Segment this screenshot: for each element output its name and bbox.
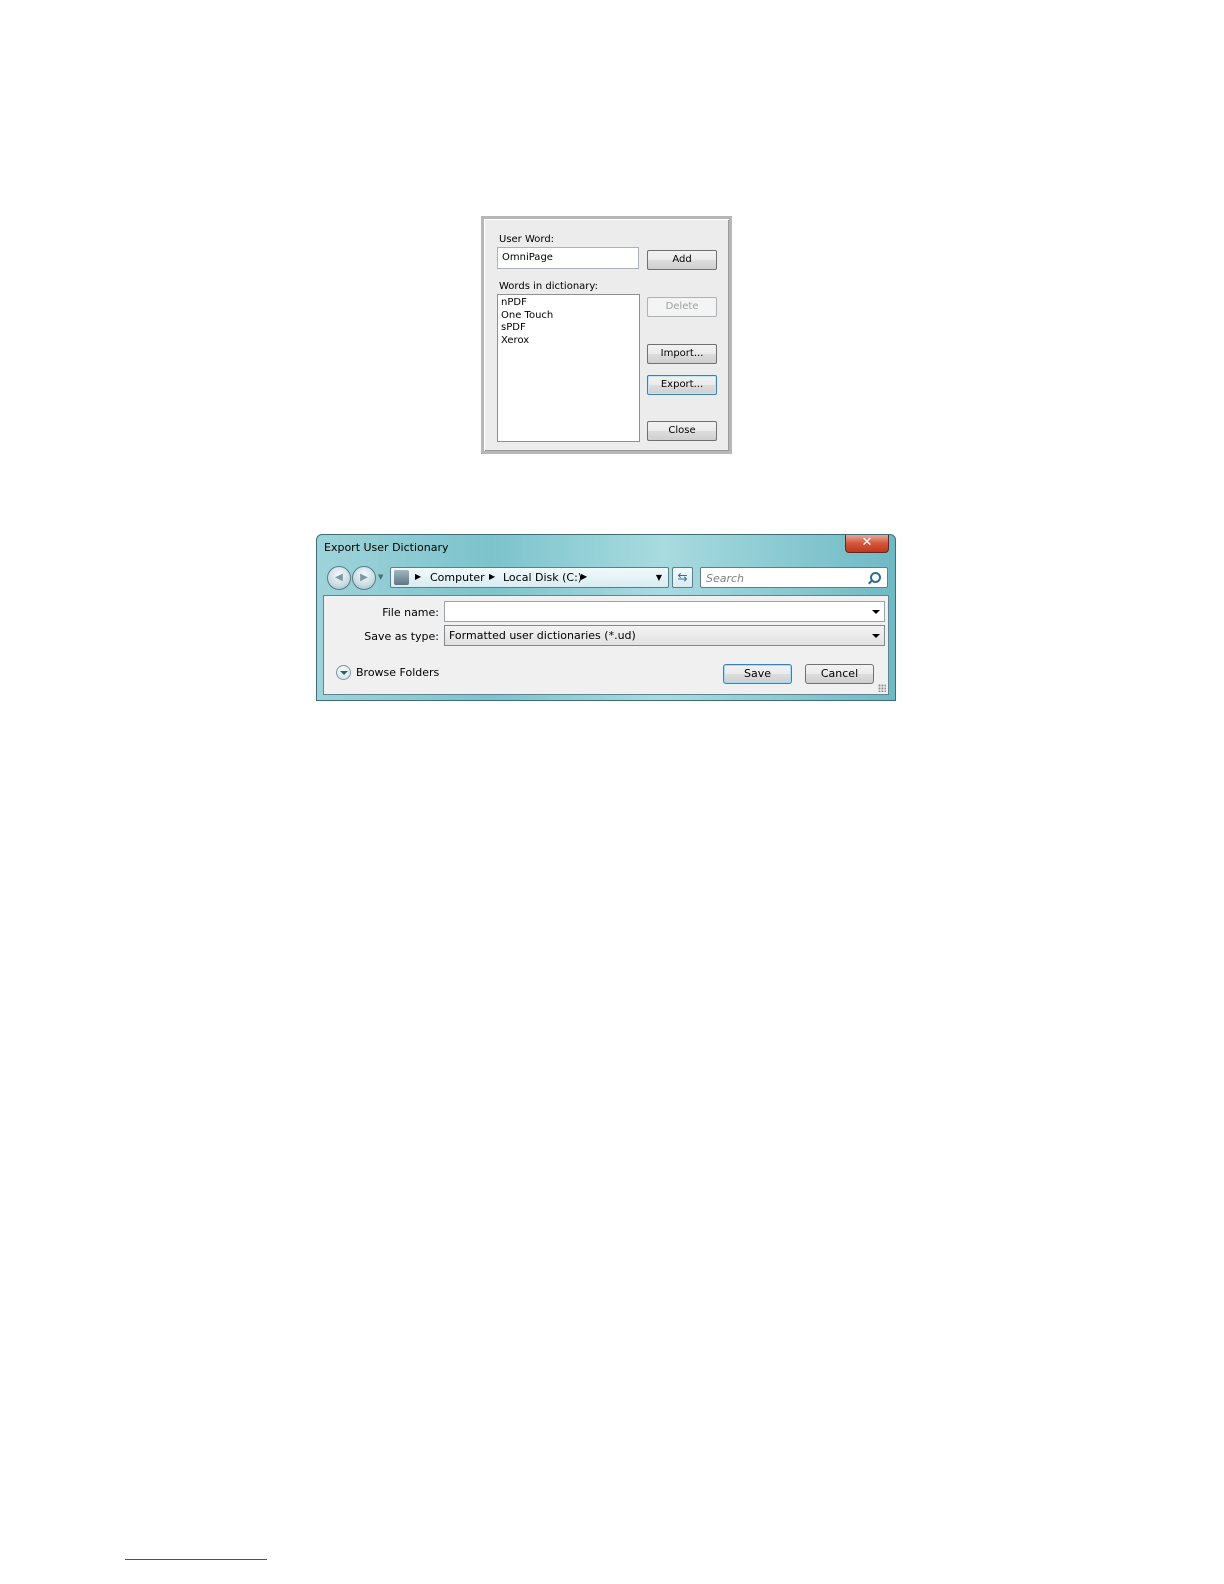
back-button[interactable]: ◀ [327, 566, 351, 590]
list-item[interactable]: One Touch [501, 310, 636, 323]
words-in-dictionary-label: Words in dictionary: [499, 281, 598, 292]
cancel-button[interactable]: Cancel [805, 664, 874, 684]
save-as-type-value: Formatted user dictionaries (*.ud) [449, 629, 636, 642]
close-button[interactable]: Close [647, 421, 717, 441]
breadcrumb-arrow-icon[interactable]: ▶ [581, 572, 587, 581]
user-dictionary-dialog: User Word: OmniPage Words in dictionary:… [481, 216, 732, 454]
chevron-down-icon[interactable] [872, 634, 880, 638]
delete-button[interactable]: Delete [647, 297, 717, 317]
window-close-button[interactable]: ✕ [845, 535, 889, 553]
words-list[interactable]: nPDF One Touch sPDF Xerox [497, 294, 640, 442]
list-item[interactable]: Xerox [501, 335, 636, 348]
breadcrumb-arrow-icon[interactable]: ▶ [489, 572, 495, 581]
list-item[interactable]: nPDF [501, 297, 636, 310]
list-item[interactable]: sPDF [501, 322, 636, 335]
computer-icon [394, 570, 409, 585]
title-bar[interactable]: Export User Dictionary ✕ [317, 535, 895, 561]
back-arrow-icon: ◀ [335, 572, 343, 583]
recent-pages-dropdown-icon[interactable]: ▼ [378, 573, 383, 581]
browse-folders-label: Browse Folders [356, 666, 440, 679]
user-word-label: User Word: [499, 234, 555, 245]
export-button[interactable]: Export... [647, 375, 717, 395]
export-dialog-body: File name: Save as type: Formatted user … [323, 595, 889, 695]
address-bar[interactable]: ▶ Computer ▶ Local Disk (C:) ▶ ▼ [390, 567, 669, 588]
breadcrumb-arrow-icon[interactable]: ▶ [415, 572, 421, 581]
refresh-button[interactable]: ⇆ [672, 567, 693, 588]
search-icon [870, 572, 881, 583]
save-as-type-select[interactable]: Formatted user dictionaries (*.ud) [444, 625, 885, 646]
breadcrumb-computer[interactable]: Computer [430, 571, 485, 584]
file-name-label: File name: [382, 606, 439, 619]
footnote-divider [125, 1559, 267, 1560]
refresh-icon: ⇆ [677, 570, 688, 584]
resize-grip-icon[interactable] [878, 684, 886, 692]
save-as-type-label: Save as type: [364, 630, 439, 643]
user-word-input[interactable]: OmniPage [497, 247, 639, 269]
search-placeholder: Search [706, 572, 745, 585]
chevron-down-icon[interactable] [872, 610, 880, 614]
search-input[interactable]: Search [700, 567, 888, 588]
expand-circle-icon [336, 665, 351, 680]
forward-button[interactable]: ▶ [352, 566, 376, 590]
address-dropdown-icon[interactable]: ▼ [656, 573, 662, 582]
file-name-field[interactable] [444, 601, 885, 622]
save-button[interactable]: Save [723, 664, 792, 684]
export-user-dictionary-dialog: Export User Dictionary ✕ ◀ ▶ ▼ ▶ Compute… [316, 534, 896, 701]
breadcrumb-local-disk[interactable]: Local Disk (C:) [503, 571, 582, 584]
window-title: Export User Dictionary [324, 541, 449, 554]
forward-arrow-icon: ▶ [360, 572, 368, 583]
import-button[interactable]: Import... [647, 344, 717, 364]
add-button[interactable]: Add [647, 250, 717, 270]
